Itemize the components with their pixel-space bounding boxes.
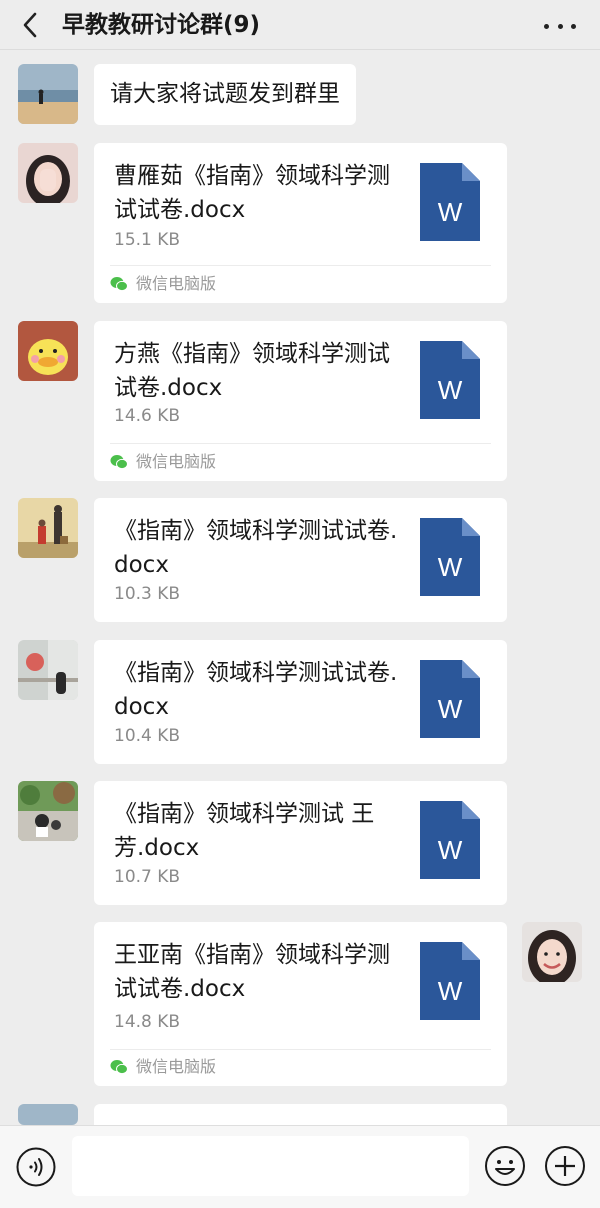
message-text: 请大家将试题发到群里: [110, 81, 340, 107]
source-label: 微信电脑版: [110, 1056, 216, 1078]
file-message[interactable]: 《指南》领域科学测试试卷.docx 10.4 KB W: [94, 640, 507, 764]
wechat-logo-icon: [110, 455, 128, 470]
file-size: 14.6 KB: [114, 406, 181, 426]
file-name: 《指南》领域科学测试试卷.docx: [114, 660, 398, 720]
word-document-icon: W: [420, 801, 480, 879]
file-name: 曹雁茹《指南》领域科学测试试卷.docx: [114, 163, 390, 223]
wechat-logo-icon: [110, 277, 128, 292]
more-button[interactable]: [544, 22, 576, 30]
file-type-label: W: [438, 694, 463, 724]
input-bar: [0, 1125, 600, 1208]
file-message[interactable]: 曹雁茹《指南》领域科学测试试卷.docx 15.1 KB W 微信电脑版: [94, 143, 507, 303]
divider: [110, 1049, 491, 1050]
chevron-left-icon: [23, 12, 37, 38]
avatar[interactable]: [18, 640, 78, 700]
avatar[interactable]: [18, 143, 78, 203]
back-button[interactable]: [16, 10, 46, 40]
avatar[interactable]: [18, 321, 78, 381]
word-document-icon: W: [420, 660, 480, 738]
chat-title[interactable]: 早教教研讨论群(9): [62, 10, 260, 40]
text-message[interactable]: 请大家将试题发到群里: [94, 64, 356, 125]
self-avatar[interactable]: [522, 922, 582, 982]
avatar[interactable]: [18, 498, 78, 558]
file-size: 10.7 KB: [114, 867, 181, 887]
file-size: 10.4 KB: [114, 726, 181, 746]
wechat-logo-icon: [110, 1060, 128, 1075]
more-functions-button[interactable]: [544, 1145, 586, 1187]
file-name: 《指南》领域科学测试 王芳.docx: [114, 801, 375, 861]
source-label: 微信电脑版: [110, 273, 216, 295]
file-size: 15.1 KB: [114, 230, 181, 250]
word-document-icon: W: [420, 341, 480, 419]
word-document-icon: W: [420, 942, 480, 1020]
file-type-label: W: [438, 552, 463, 582]
file-message-outgoing[interactable]: 王亚南《指南》领域科学测试试卷.docx 14.8 KB W 微信电脑版: [94, 922, 507, 1086]
plus-circle-icon: [545, 1146, 585, 1186]
avatar[interactable]: [18, 781, 78, 841]
avatar[interactable]: [18, 1104, 78, 1125]
file-message[interactable]: 《指南》领域科学测试试卷.docx 10.3 KB W: [94, 498, 507, 622]
source-label: 微信电脑版: [110, 451, 216, 473]
file-type-label: W: [438, 976, 463, 1006]
divider: [110, 265, 491, 266]
file-name: 王亚南《指南》领域科学测试试卷.docx: [114, 942, 390, 1002]
file-message[interactable]: 《指南》领域科学测试 王芳.docx 10.7 KB W: [94, 781, 507, 905]
file-name: 《指南》领域科学测试试卷.docx: [114, 518, 398, 578]
message-input[interactable]: [72, 1136, 469, 1196]
emoji-button[interactable]: [484, 1145, 526, 1187]
divider: [110, 443, 491, 444]
smiley-icon: [485, 1146, 525, 1186]
ellipsis-icon: [544, 23, 549, 29]
chat-header: 早教教研讨论群(9): [0, 0, 600, 50]
file-message[interactable]: 方燕《指南》领域科学测试试卷.docx 14.6 KB W 微信电脑版: [94, 321, 507, 481]
voice-button[interactable]: [16, 1147, 56, 1187]
file-type-label: W: [438, 835, 463, 865]
file-type-label: W: [438, 375, 463, 405]
word-document-icon: W: [420, 163, 480, 241]
avatar[interactable]: [18, 64, 78, 124]
file-type-label: W: [438, 197, 463, 227]
voice-icon: [16, 1147, 56, 1187]
file-name: 方燕《指南》领域科学测试试卷.docx: [114, 341, 390, 401]
partial-message[interactable]: [94, 1104, 507, 1125]
file-size: 10.3 KB: [114, 584, 181, 604]
file-size: 14.8 KB: [114, 1012, 181, 1032]
word-document-icon: W: [420, 518, 480, 596]
